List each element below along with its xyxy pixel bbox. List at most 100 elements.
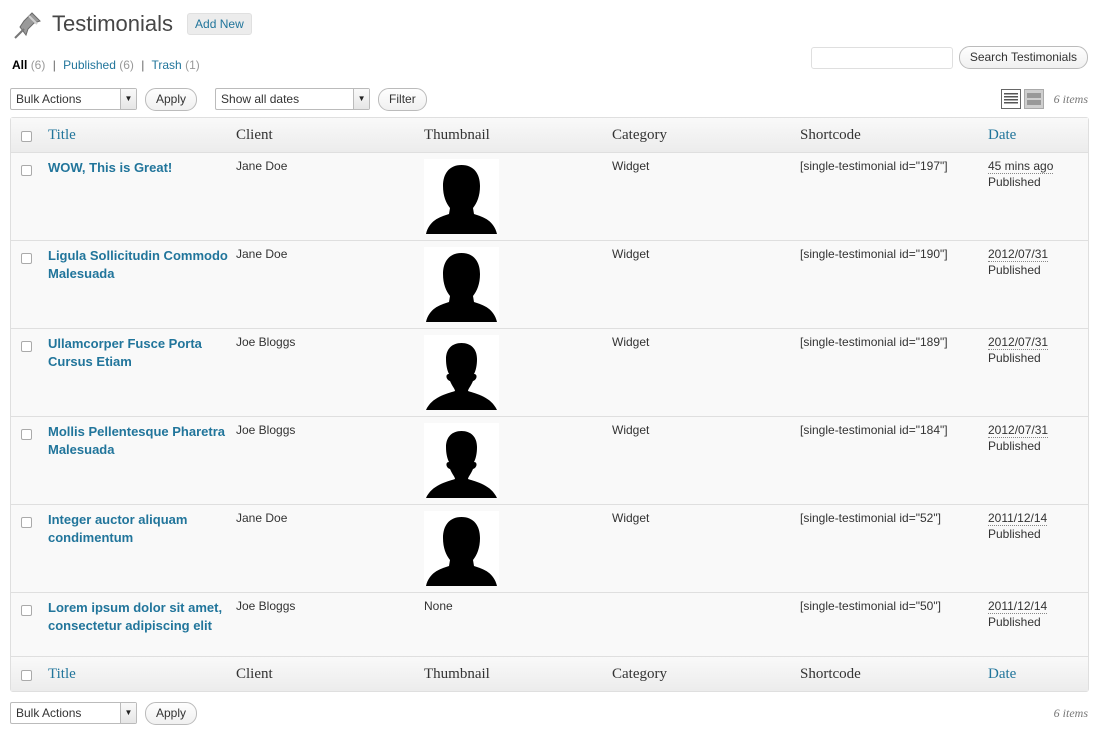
testimonials-table: Title Client Thumbnail Category Shortcod… [10,117,1089,692]
shortcode-cell: [single-testimonial id="50"] [800,599,941,613]
list-view-icon[interactable] [1000,89,1021,109]
thumbnail-cell [424,329,612,417]
select-all-checkbox-footer[interactable] [21,669,32,681]
post-status: Published [988,175,1041,189]
category-cell: Widget [612,329,800,417]
column-thumbnail-footer: Thumbnail [424,656,612,691]
table-footer-row: Title Client Thumbnail Category Shortcod… [11,656,1088,691]
category-cell: Widget [612,505,800,593]
row-checkbox[interactable] [21,517,32,528]
date-value: 2012/07/31 [988,335,1049,350]
view-trash-link[interactable]: Trash [152,58,182,72]
thumbnail-cell [424,153,612,241]
dropdown-arrow-icon: ▼ [353,89,370,109]
row-title-link[interactable]: Ullamcorper Fusce Porta Cursus Etiam [48,335,236,371]
apply-button-bottom[interactable]: Apply [145,701,198,725]
pushpin-icon [14,12,41,39]
page-header: Testimonials Add New [12,6,252,42]
view-all-link[interactable]: All [12,58,27,72]
row-checkbox-cell [11,241,48,329]
row-checkbox[interactable] [21,341,32,352]
table-header-row: Title Client Thumbnail Category Shortcod… [11,118,1088,153]
dropdown-arrow-icon: ▼ [120,703,136,723]
category-cell: Widget [612,417,800,505]
title-cell: Lorem ipsum dolor sit amet, consectetur … [48,593,236,656]
row-checkbox-cell [11,505,48,593]
male-silhouette-icon[interactable] [424,335,499,410]
category-cell: Widget [612,153,800,241]
shortcode-cell: [single-testimonial id="184"] [800,417,988,505]
bulk-actions-select[interactable]: Bulk Actions ▼ [10,88,137,110]
row-checkbox[interactable] [21,429,32,440]
category-cell [612,593,800,656]
client-cell: Joe Bloggs [236,329,424,417]
excerpt-view-icon[interactable] [1023,89,1044,109]
female-silhouette-icon[interactable] [424,159,499,234]
add-new-button[interactable]: Add New [187,13,252,35]
client-cell: Joe Bloggs [236,417,424,505]
table-row: Integer auctor aliquam condimentum Jane … [11,505,1088,593]
date-value: 2012/07/31 [988,423,1049,438]
column-client: Client [236,118,424,153]
view-all-count: (6) [30,58,46,72]
column-category-footer: Category [612,656,800,691]
row-title-link[interactable]: WOW, This is Great! [48,159,236,177]
male-silhouette-icon[interactable] [424,423,499,498]
view-published-link[interactable]: Published [63,58,116,72]
thumbnail-cell [424,241,612,329]
search-testimonials-button[interactable]: Search Testimonials [958,46,1088,69]
column-title[interactable]: Title [48,118,236,153]
client-cell: Joe Bloggs [236,599,296,613]
tablenav-bottom: Bulk Actions ▼ Apply 6 items [10,700,1088,726]
view-published-count: (6) [119,58,134,72]
client-cell: Jane Doe [236,241,424,329]
dates-filter-select[interactable]: Show all dates ▼ [215,88,371,110]
row-title-link[interactable]: Integer auctor aliquam condimentum [48,511,236,547]
female-silhouette-icon[interactable] [424,511,499,586]
shortcode-cell: [single-testimonial id="52"] [800,505,988,593]
row-checkbox-cell [11,153,48,241]
table-row: WOW, This is Great! Jane Doe Widget [sin… [11,153,1088,241]
bulk-actions-value: Bulk Actions [16,92,82,106]
row-checkbox[interactable] [21,605,32,616]
date-cell: 2012/07/31 Published [988,329,1088,417]
view-trash-count: (1) [185,58,200,72]
items-count-bottom: 6 items [1053,705,1088,720]
date-value: 2011/12/14 [988,599,1048,614]
search-input[interactable] [810,46,953,69]
row-title-link[interactable]: Ligula Sollicitudin Commodo Malesuada [48,247,236,283]
column-date[interactable]: Date [988,118,1088,153]
date-value: 2012/07/31 [988,247,1049,262]
filter-button[interactable]: Filter [378,87,427,111]
date-value: 45 mins ago [988,159,1054,174]
status-filter-views: All (6) | Published (6) | Trash (1) [12,58,200,72]
select-all-cell [11,118,48,153]
row-title-link[interactable]: Mollis Pellentesque Pharetra Malesuada [48,423,236,459]
table-row: Ligula Sollicitudin Commodo Malesuada Ja… [11,241,1088,329]
column-shortcode-footer: Shortcode [800,656,988,691]
apply-button[interactable]: Apply [145,87,198,111]
dropdown-arrow-icon: ▼ [120,89,136,109]
thumbnail-none-text: None [424,599,453,613]
table-row: Ullamcorper Fusce Porta Cursus Etiam Joe… [11,329,1088,417]
date-value: 2011/12/14 [988,511,1048,526]
row-checkbox[interactable] [21,165,32,176]
column-title-footer[interactable]: Title [48,656,236,691]
shortcode-cell: [single-testimonial id="197"] [800,153,988,241]
post-status: Published [988,439,1041,453]
select-all-checkbox[interactable] [21,130,32,142]
select-all-cell [11,656,48,691]
row-checkbox[interactable] [21,253,32,264]
female-silhouette-icon[interactable] [424,247,499,322]
items-count: 6 items [1053,91,1088,106]
category-cell: Widget [612,241,800,329]
thumbnail-cell [424,417,612,505]
tablenav-top: Bulk Actions ▼ Apply Show all dates ▼ Fi… [10,86,1088,112]
title-cell: Ullamcorper Fusce Porta Cursus Etiam [48,329,236,417]
column-thumbnail: Thumbnail [424,118,612,153]
column-date-footer[interactable]: Date [988,656,1088,691]
bulk-actions-select-bottom[interactable]: Bulk Actions ▼ [10,702,137,724]
search-box: Search Testimonials [810,46,1088,69]
row-title-link[interactable]: Lorem ipsum dolor sit amet, consectetur … [48,599,236,635]
title-cell: Mollis Pellentesque Pharetra Malesuada [48,417,236,505]
